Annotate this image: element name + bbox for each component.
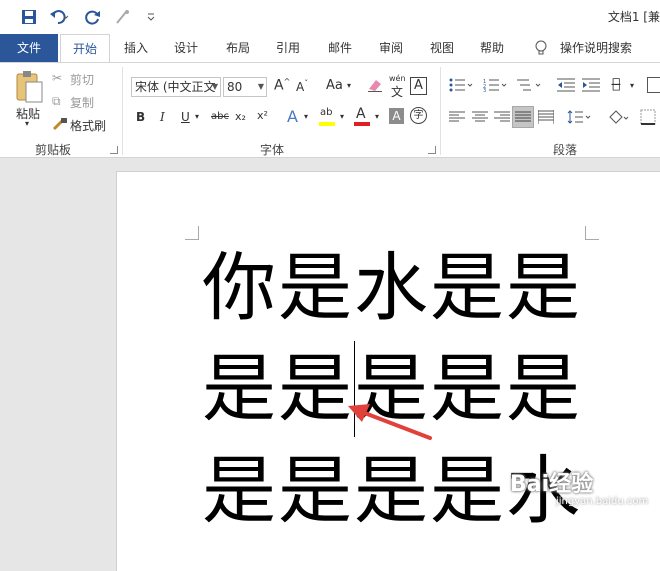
title-bar: 文档1 [兼 — [0, 0, 660, 34]
align-left-icon[interactable] — [449, 111, 465, 126]
ribbon-tabs: 文件 开始 插入 设计 布局 引用 邮件 审阅 视图 帮助 操作说明搜索 — [0, 34, 660, 63]
tab-home[interactable]: 开始 — [60, 34, 110, 63]
font-size-value: 80 — [227, 80, 243, 94]
align-center-icon[interactable] — [472, 111, 488, 126]
copy-button[interactable]: 复制 — [70, 94, 94, 111]
line-spacing-icon[interactable] — [567, 110, 593, 127]
tab-review[interactable]: 审阅 — [369, 34, 413, 62]
font-size-select[interactable]: 80 ▼ — [223, 77, 267, 97]
multilevel-list-icon[interactable] — [517, 78, 543, 95]
highlight-color-swatch — [319, 122, 335, 126]
paragraph-group-label: 段落 — [553, 143, 578, 157]
tab-insert[interactable]: 插入 — [114, 34, 158, 62]
paste-dropdown-icon[interactable]: ▾ — [25, 119, 29, 128]
cut-icon: ✂ — [52, 71, 63, 85]
document-line-1[interactable]: 你是水是是 — [202, 251, 582, 325]
tab-mailings[interactable]: 邮件 — [318, 34, 362, 62]
sort-icon[interactable] — [647, 77, 660, 93]
char-shading-button[interactable]: A — [389, 108, 404, 124]
chevron-down-icon[interactable]: ▾ — [195, 112, 199, 121]
clipboard-group-label: 剪贴板 — [35, 143, 72, 157]
format-painter-gray-icon[interactable] — [112, 6, 134, 28]
pinyin-guide-top: wén — [389, 74, 406, 83]
distributed-icon[interactable] — [537, 110, 555, 127]
copy-icon: ⧉ — [52, 94, 61, 108]
chevron-down-icon[interactable]: ▾ — [347, 81, 351, 90]
chevron-down-icon[interactable]: ▾ — [304, 112, 308, 121]
clear-format-icon[interactable] — [366, 77, 384, 96]
tab-view[interactable]: 视图 — [420, 34, 464, 62]
chevron-down-icon[interactable]: ▾ — [340, 112, 344, 121]
tab-design[interactable]: 设计 — [164, 34, 208, 62]
tab-layout[interactable]: 布局 — [216, 34, 260, 62]
char-border-button[interactable]: A — [410, 77, 427, 95]
chevron-down-icon[interactable]: ▾ — [375, 112, 379, 121]
underline-button[interactable]: U — [181, 110, 190, 124]
font-color-button[interactable]: A — [356, 106, 366, 122]
pinyin-guide-button[interactable]: 文 — [391, 83, 403, 100]
justify-button[interactable] — [512, 106, 534, 128]
bullets-icon[interactable] — [449, 78, 475, 95]
shading-icon[interactable] — [608, 109, 632, 128]
strikethrough-button[interactable]: abc — [211, 111, 229, 122]
italic-button[interactable]: I — [160, 110, 165, 124]
chevron-down-icon: ▼ — [257, 82, 264, 91]
group-divider — [122, 67, 123, 155]
watermark-url: jingyan.baidu.com — [556, 496, 649, 507]
lightbulb-icon — [530, 37, 552, 59]
cut-button[interactable]: 剪切 — [70, 71, 94, 88]
align-right-icon[interactable] — [494, 111, 510, 126]
highlight-button[interactable]: ab — [320, 107, 332, 118]
save-icon[interactable] — [18, 6, 40, 28]
margin-corner-top-right — [585, 226, 599, 240]
font-name-select[interactable]: 宋体 (中文正文 ▼ — [131, 77, 221, 97]
borders-icon[interactable] — [640, 109, 656, 128]
tab-file[interactable]: 文件 — [0, 34, 58, 62]
subscript-button[interactable]: x₂ — [235, 110, 246, 123]
chevron-down-icon: ▼ — [211, 82, 218, 91]
tell-me-search[interactable]: 操作说明搜索 — [556, 34, 636, 62]
tab-help[interactable]: 帮助 — [470, 34, 514, 62]
group-divider — [440, 67, 441, 155]
enclose-char-button[interactable]: 字 — [410, 107, 427, 124]
ribbon: 粘贴 ▾ ✂ 剪切 ⧉ 复制 格式刷 剪贴板 宋体 (中文正文 ▼ 80 ▼ A^ … — [0, 62, 660, 158]
change-case-button[interactable]: Aa — [326, 78, 343, 93]
shrink-font-icon[interactable]: Aˇ — [296, 79, 308, 94]
watermark-logo: Bai经验 — [510, 472, 594, 497]
paste-clipboard-icon[interactable] — [12, 69, 46, 105]
font-group-label: 字体 — [260, 143, 285, 157]
format-painter-button[interactable]: 格式刷 — [70, 117, 106, 134]
bold-button[interactable]: B — [136, 110, 145, 124]
text-effects-icon[interactable]: A — [287, 107, 298, 126]
numbering-icon[interactable]: 123 — [483, 78, 509, 95]
chevron-down-icon[interactable]: ▾ — [630, 81, 634, 90]
font-color-swatch — [354, 122, 370, 126]
clipboard-launcher-icon[interactable] — [110, 146, 118, 154]
superscript-button[interactable]: x² — [257, 109, 268, 122]
chinese-layout-icon[interactable]: 文̶ — [612, 76, 620, 92]
increase-indent-icon[interactable] — [582, 78, 600, 95]
chevron-down-icon[interactable] — [140, 6, 162, 28]
font-name-value: 宋体 (中文正文 — [135, 80, 216, 94]
redo-icon[interactable] — [82, 6, 104, 28]
tab-references[interactable]: 引用 — [266, 34, 310, 62]
undo-icon[interactable] — [48, 6, 70, 28]
font-launcher-icon[interactable] — [428, 146, 436, 154]
grow-font-icon[interactable]: A^ — [274, 77, 290, 94]
svg-text:3: 3 — [483, 88, 486, 92]
document-title: 文档1 [兼 — [607, 10, 660, 24]
margin-corner-top-left — [185, 226, 199, 240]
decrease-indent-icon[interactable] — [557, 78, 575, 95]
annotation-arrow-icon — [348, 404, 432, 440]
format-painter-icon — [52, 117, 68, 134]
